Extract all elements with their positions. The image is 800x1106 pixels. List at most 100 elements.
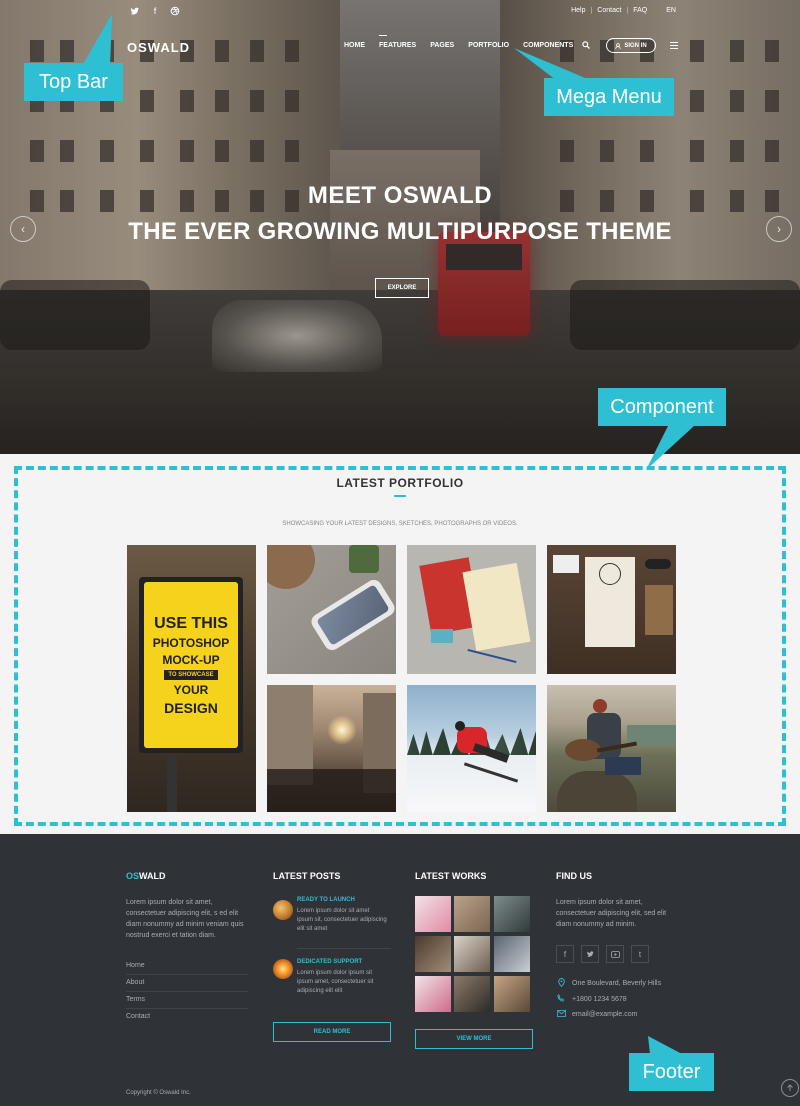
chevron-left-icon: ‹ [21,222,25,236]
work-thumbnail[interactable] [454,936,490,972]
topbar-links: Help | Contact | FAQ EN [571,7,676,14]
nav-item-features[interactable]: FEATURES [379,35,416,49]
portfolio-title-underline [394,495,406,497]
facebook-icon[interactable]: f [150,6,160,16]
footer-link-home[interactable]: Home [126,962,248,975]
work-thumbnail[interactable] [454,896,490,932]
portfolio-title: LATEST PORTFOLIO [336,476,464,490]
explore-button[interactable]: EXPLORE [375,278,429,298]
business-card [431,629,453,643]
portfolio-item[interactable] [547,685,676,812]
hero-subtitle: THE EVER GROWING MULTIPURPOSE THEME [128,218,672,245]
rock [557,771,637,812]
work-thumbnail[interactable] [454,976,490,1012]
phone-icon [556,994,566,1004]
work-thumbnail[interactable] [415,896,451,932]
topbar-link-help[interactable]: Help [571,7,585,14]
menu-icon[interactable] [670,42,678,49]
phone-text[interactable]: +1800 1234 5678 [572,996,627,1003]
slider-next-button[interactable]: › [766,216,792,242]
youtube-icon[interactable] [606,945,624,963]
chevron-right-icon: › [777,222,781,236]
portfolio-item[interactable] [547,545,676,674]
slider-prev-button[interactable]: ‹ [10,216,36,242]
ski [463,762,519,783]
facebook-icon[interactable]: f [556,945,574,963]
poster-board: USE THIS PHOTOSHOP MOCK-UP TO SHOWCASE Y… [144,582,238,748]
post-thumbnail[interactable] [273,900,293,920]
post-thumbnail[interactable] [273,959,293,979]
topbar-social: f [130,6,180,16]
signin-button[interactable]: SIGN IN [606,38,656,53]
main-nav: HOME FEATURES PAGES PORTFOLIO COMPONENTS [344,35,573,49]
portfolio-section: LATEST PORTFOLIO SHOWCASING YOUR LATEST … [0,454,800,834]
dribbble-icon[interactable] [170,6,180,16]
skier-helmet [455,721,465,731]
portfolio-item[interactable]: USE THIS PHOTOSHOP MOCK-UP TO SHOWCASE Y… [127,545,256,812]
email-text[interactable]: email@example.com [572,1011,637,1018]
topbar-separator: | [626,7,629,14]
beanie [593,699,607,713]
logo-stamp [599,563,621,585]
hero-title: MEET OSWALD [307,182,493,209]
post-title[interactable]: DEDICATED SUPPORT [297,959,362,965]
scroll-to-top-button[interactable] [781,1079,799,1097]
footer-link-contact[interactable]: Contact [126,1013,248,1025]
guitar-body [565,739,601,761]
read-more-button[interactable]: READ MORE [273,1022,391,1042]
work-thumbnail[interactable] [494,936,530,972]
topbar-link-contact[interactable]: Contact [597,7,621,14]
work-thumbnail[interactable] [415,936,451,972]
work-thumbnail[interactable] [415,976,451,1012]
footer-brand-rest: WALD [139,871,166,881]
poster-line: USE THIS [154,614,228,632]
poster-line: PHOTOSHOP [152,635,230,650]
view-more-button[interactable]: VIEW MORE [415,1029,533,1049]
tumblr-icon[interactable]: t [631,945,649,963]
letterhead-paper [462,562,531,652]
work-thumbnail[interactable] [494,896,530,932]
poster-post [167,755,177,812]
site-logo[interactable]: OSWALD [127,40,190,55]
street-crowd [267,769,396,812]
poster-line: YOUR [173,682,209,697]
nav-item-portfolio[interactable]: PORTFOLIO [468,42,509,49]
post-excerpt: Lorem ipsum dolor ipsum sit ipsum amet, … [297,970,374,994]
copyright-text: Copyright © Oswald Inc. [126,1090,191,1096]
portfolio-subtitle: SHOWCASING YOUR LATEST DESIGNS, SKETCHES… [282,521,518,527]
portfolio-item[interactable] [407,545,536,674]
arrow-up-icon [787,1084,793,1091]
divider [297,948,391,949]
twitter-icon[interactable] [130,6,140,16]
nav-item-components[interactable]: COMPONENTS [523,42,573,49]
sun-flare [327,715,357,745]
topbar-separator: | [590,7,593,14]
contact-email: email@example.com [556,1010,637,1019]
mega-menu-callout: Mega Menu [544,78,674,116]
post-excerpt: Lorem ipsum dolor sit amet ipsum sit, co… [297,908,387,932]
work-thumbnail[interactable] [494,976,530,1012]
glasses [645,559,671,569]
language-selector[interactable]: EN [666,7,676,14]
portfolio-item[interactable] [267,685,396,812]
plant-pot [349,545,379,573]
nav-item-pages[interactable]: PAGES [430,42,454,49]
nav-item-home[interactable]: HOME [344,42,365,49]
footer-brand-accent: OS [126,871,140,881]
twitter-icon[interactable] [581,945,599,963]
poster-line: TO SHOWCASE [164,669,218,680]
search-icon[interactable] [582,41,590,51]
poster-line: MOCK-UP [162,652,220,667]
signin-label: SIGN IN [624,42,647,49]
contact-address: One Boulevard, Beverly Hills [556,978,661,989]
topbar-link-faq[interactable]: FAQ [633,7,647,14]
component-callout: Component [598,388,726,426]
post-title[interactable]: READY TO LAUNCH [297,897,355,903]
location-pin-icon [556,978,566,989]
envelope-icon [556,1010,566,1019]
footer-link-terms[interactable]: Terms [126,996,248,1009]
footer-link-about[interactable]: About [126,979,248,992]
portfolio-item[interactable] [267,545,396,674]
portfolio-item[interactable] [407,685,536,812]
footer-find-text: Lorem ipsum dolor sit amet, consectetuer… [556,899,667,928]
